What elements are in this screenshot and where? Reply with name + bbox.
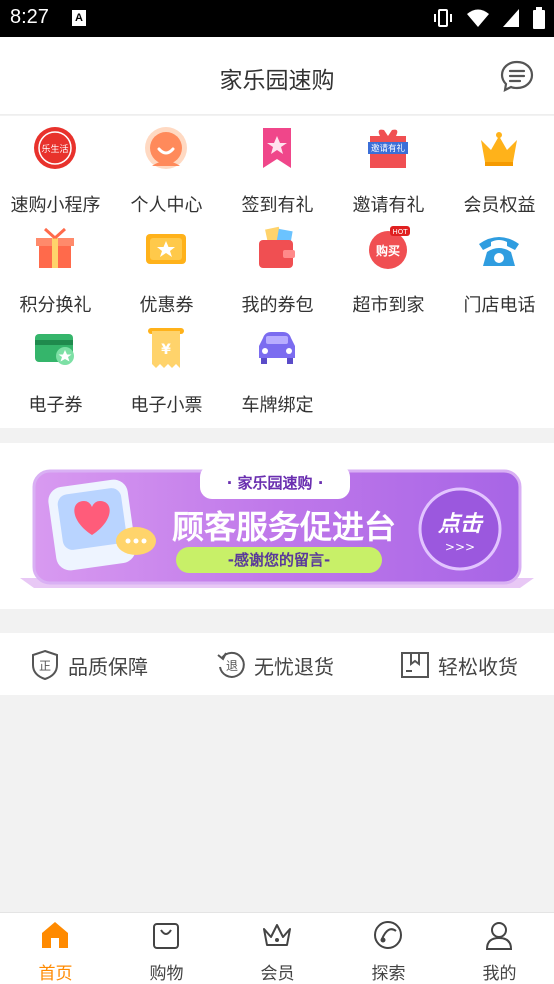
- guarantee-delivery: 轻松收货: [400, 649, 518, 681]
- explore-icon: [374, 921, 402, 949]
- grid-item-member-benefits[interactable]: 会员权益: [444, 116, 554, 216]
- grid-item-label: 优惠券: [139, 295, 194, 316]
- sign-in-icon: [263, 128, 291, 168]
- tab-explore[interactable]: 探索: [333, 913, 444, 984]
- tab-label: 首页: [38, 964, 73, 984]
- message-button[interactable]: [500, 59, 534, 93]
- grid-item-mini-program[interactable]: 乐生活 速购小程序: [0, 116, 111, 216]
- grid-item-label: 签到有礼: [241, 195, 314, 216]
- grid-item-label: 电子券: [28, 395, 83, 416]
- grid-item-label: 门店电话: [463, 295, 536, 316]
- grid-item-e-receipt[interactable]: ¥ 电子小票: [111, 316, 222, 416]
- points-gift-icon: [36, 227, 74, 268]
- e-coupon-icon: [35, 334, 74, 365]
- status-bar: 8:27 A: [0, 0, 554, 37]
- svg-text:HOT: HOT: [392, 228, 408, 236]
- shopping-bag-icon: [153, 923, 179, 949]
- wallet-icon: [259, 226, 295, 268]
- coupon-icon: [146, 234, 186, 264]
- notification-a-icon: A: [72, 10, 86, 26]
- grid-item-supermarket-delivery[interactable]: 购买 HOT 超市到家: [333, 216, 444, 316]
- car-icon: [259, 332, 295, 364]
- status-time: 8:27: [10, 6, 49, 28]
- grid-item-label: 我的券包: [241, 295, 314, 316]
- quality-badge-icon: 正: [32, 649, 58, 681]
- grid-item-coupon[interactable]: 优惠券: [111, 216, 222, 316]
- tab-mine[interactable]: 我的: [444, 913, 554, 984]
- grid-item-sign-in[interactable]: 签到有礼: [222, 116, 333, 216]
- shopping-hot-icon: 购买 HOT: [369, 226, 410, 269]
- profile-icon: [145, 127, 187, 169]
- tab-label: 探索: [371, 964, 406, 984]
- svg-text:-感谢您的留言-: -感谢您的留言-: [228, 551, 330, 569]
- svg-text:乐生活: 乐生活: [41, 143, 68, 155]
- home-icon: [42, 922, 68, 948]
- guarantee-quality: 正 品质保障: [30, 649, 148, 681]
- grid-item-label: 电子小票: [130, 395, 203, 416]
- grid-item-profile[interactable]: 个人中心: [111, 116, 222, 216]
- grid-item-label: 车牌绑定: [241, 395, 314, 416]
- tab-shopping[interactable]: 购物: [111, 913, 222, 984]
- guarantee-label: 品质保障: [68, 654, 148, 679]
- grid-item-label: 邀请有礼: [352, 195, 425, 216]
- svg-text:点击: 点击: [437, 512, 484, 537]
- svg-text:¥: ¥: [161, 342, 171, 358]
- signal-icon: [503, 9, 519, 27]
- svg-text:退: 退: [226, 659, 238, 673]
- tab-label: 我的: [482, 964, 517, 984]
- wifi-icon: [467, 9, 489, 27]
- phone-icon: [479, 237, 519, 266]
- grid-item-label: 速购小程序: [10, 195, 101, 216]
- return-icon: 退: [217, 651, 245, 678]
- tab-label: 会员: [260, 964, 295, 984]
- svg-text:顾客服务促进台: 顾客服务促进台: [172, 508, 396, 546]
- service-guarantees: 正 品质保障 退 无忧退货 轻松收货: [0, 633, 554, 695]
- svg-text:正: 正: [39, 659, 51, 673]
- receipt-icon: ¥: [148, 328, 184, 368]
- vibrate-icon: [434, 9, 452, 27]
- customer-service-banner[interactable]: · 家乐园速购 · 顾客服务促进台 -感谢您的留言- 点击 >>>: [0, 443, 554, 609]
- svg-text:>>>: >>>: [445, 540, 475, 554]
- svg-text:购买: 购买: [376, 243, 400, 258]
- delivery-box-icon: [401, 652, 429, 678]
- tab-member[interactable]: 会员: [222, 913, 333, 984]
- grid-item-e-coupon[interactable]: 电子券: [0, 316, 111, 416]
- crown-icon: [481, 132, 517, 166]
- function-grid: 乐生活 速购小程序 个人中心 签到有礼 邀请有礼 邀请有礼 会员权益 积分换礼 …: [0, 116, 554, 428]
- guarantee-label: 无忧退货: [254, 654, 334, 679]
- battery-icon: [533, 7, 545, 29]
- page-title: 家乐园速购: [219, 68, 335, 94]
- tab-label: 购物: [149, 964, 184, 984]
- grid-item-invite[interactable]: 邀请有礼 邀请有礼: [333, 116, 444, 216]
- app-header: 家乐园速购: [0, 37, 554, 115]
- invite-gift-icon: 邀请有礼: [368, 129, 408, 168]
- member-crown-icon: [263, 924, 291, 946]
- svg-text:邀请有礼: 邀请有礼: [371, 143, 406, 154]
- grid-item-label: 超市到家: [352, 295, 425, 316]
- user-icon: [485, 922, 513, 950]
- message-icon: [500, 60, 534, 92]
- grid-item-coupon-wallet[interactable]: 我的券包: [222, 216, 333, 316]
- grid-item-plate-binding[interactable]: 车牌绑定: [222, 316, 333, 416]
- grid-item-label: 会员权益: [463, 195, 536, 216]
- banner-section: · 家乐园速购 · 顾客服务促进台 -感谢您的留言- 点击 >>>: [0, 443, 554, 609]
- guarantee-return: 退 无忧退货: [216, 649, 334, 681]
- tab-home[interactable]: 首页: [0, 913, 111, 984]
- grid-item-points-gift[interactable]: 积分换礼: [0, 216, 111, 316]
- status-icons: [432, 7, 546, 29]
- grid-item-label: 个人中心: [130, 195, 203, 216]
- mini-program-icon: 乐生活: [34, 127, 76, 169]
- svg-text:· 家乐园速购 ·: · 家乐园速购 ·: [227, 474, 324, 492]
- grid-item-label: 积分换礼: [19, 295, 92, 316]
- bottom-tab-bar: 首页 购物 会员 探索 我的: [0, 912, 554, 984]
- grid-item-store-phone[interactable]: 门店电话: [444, 216, 554, 316]
- guarantee-label: 轻松收货: [438, 654, 518, 679]
